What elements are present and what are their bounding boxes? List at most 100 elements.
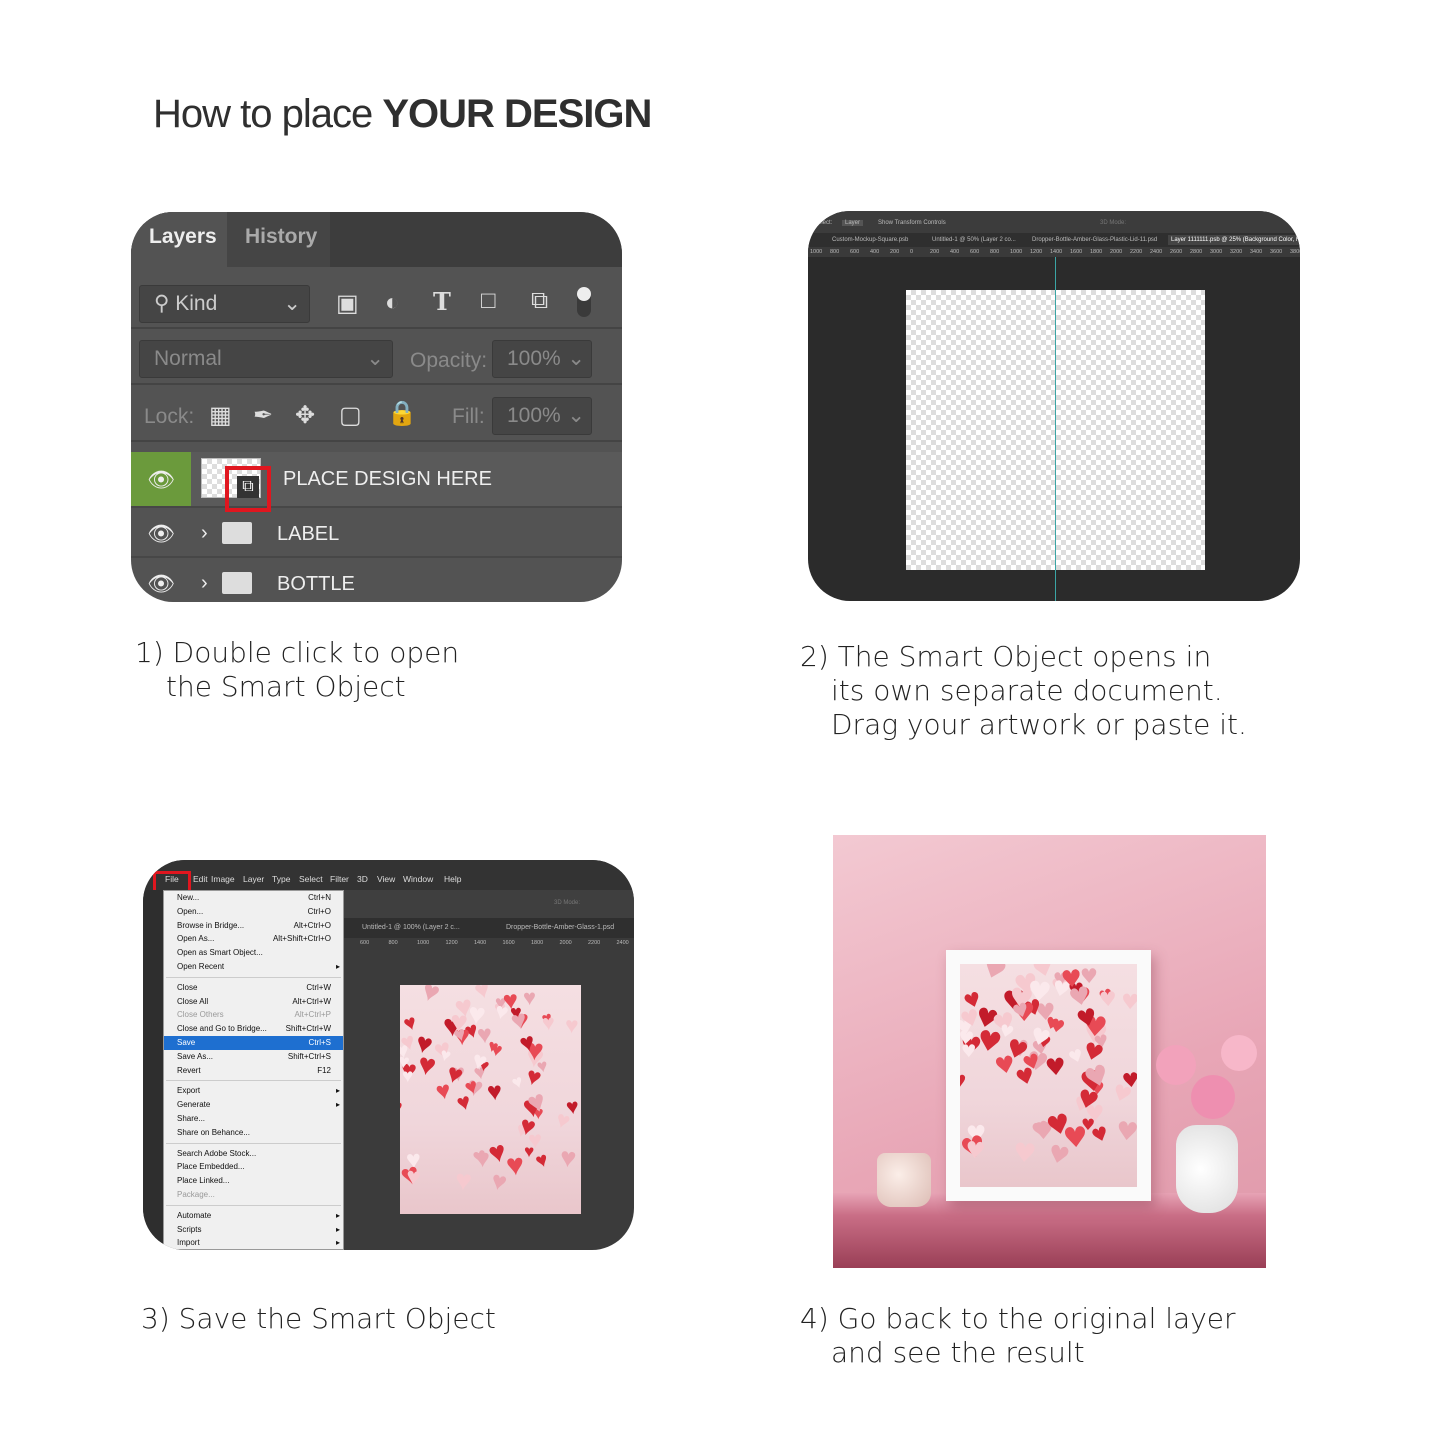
doc-tab[interactable]: Dropper-Bottle-Amber-Glass-Plastic-Lid-1… <box>1032 237 1157 243</box>
menu-item[interactable]: Open As... Alt+Shift+Ctrl+O <box>164 932 343 946</box>
fill-label: Fill: <box>452 405 485 428</box>
layer-row-place-design[interactable]: 👁 ⧉ PLACE DESIGN HERE <box>131 452 622 512</box>
menu-separator <box>166 1204 341 1206</box>
submenu-arrow-icon: ▸ <box>335 1210 340 1220</box>
image-filter-icon[interactable]: ▣ <box>336 289 359 318</box>
lock-brush-icon[interactable]: ✒ <box>253 401 273 430</box>
menu-3d[interactable]: 3D <box>357 874 368 884</box>
document-tabs: Untitled-1 @ 100% (Layer 2 c... Dropper-… <box>344 918 634 938</box>
layer-row-bottle[interactable]: 👁 › BOTTLE <box>131 560 622 602</box>
menu-item[interactable]: Package... <box>164 1188 343 1202</box>
menu-item[interactable]: Search Adobe Stock... <box>164 1147 343 1161</box>
menu-item-label: Search Adobe Stock... <box>177 1148 257 1158</box>
menu-view[interactable]: View <box>377 874 395 884</box>
menu-image[interactable]: Image <box>211 874 235 884</box>
menu-window[interactable]: Window <box>403 874 433 884</box>
ruler-tick-label: 2200 <box>588 940 601 946</box>
menu-select[interactable]: Select <box>299 874 323 884</box>
menu-item[interactable]: Place Linked... <box>164 1174 343 1188</box>
menu-bar: File Edit Image Layer Type Select Filter 3D View… <box>143 874 634 890</box>
opacity-field[interactable]: 100% ⌄ <box>492 340 592 378</box>
menu-item-label: Revert <box>177 1065 201 1075</box>
menu-item[interactable]: Browse in Bridge... Alt+Ctrl+O <box>164 919 343 933</box>
menu-item-label: Save <box>177 1037 196 1047</box>
menu-item[interactable]: Share... <box>164 1112 343 1126</box>
chevron-right-icon[interactable]: › <box>201 522 208 545</box>
adjustment-filter-icon[interactable]: ◐ <box>385 289 400 317</box>
menu-item[interactable]: Close and Go to Bridge... Shift+Ctrl+W <box>164 1022 343 1036</box>
menu-item[interactable]: Import ▸ <box>164 1236 343 1250</box>
submenu-arrow-icon: ▸ <box>335 1224 340 1234</box>
lock-artboard-icon[interactable]: ▢ <box>339 401 362 430</box>
menu-item-label: Close and Go to Bridge... <box>177 1024 267 1034</box>
type-filter-icon[interactable]: T <box>433 287 451 316</box>
heart-shape: ♥ <box>1044 1052 1068 1082</box>
doc-tab[interactable]: Dropper-Bottle-Amber-Glass-1.psd <box>506 924 614 931</box>
menu-item-label: Place Embedded... <box>177 1162 245 1172</box>
menu-item[interactable]: Open... Ctrl+O <box>164 905 343 919</box>
menu-item-label: Browse in Bridge... <box>177 920 245 930</box>
heart-shape: ♥ <box>1012 1138 1038 1171</box>
transform-checkbox[interactable]: Show Transform Controls <box>878 220 946 226</box>
ruler-tick-label: 400 <box>870 249 880 255</box>
menu-item-label: Open as Smart Object... <box>177 948 263 958</box>
step4-caption: 4) Go back to the original layer and see … <box>800 1302 1236 1369</box>
menu-filter[interactable]: Filter <box>330 874 349 884</box>
doc-tab[interactable]: Untitled-1 @ 50% (Layer 2 co... <box>932 237 1016 243</box>
ruler: 600 800 1000 1200 1400 1600 1800 2000 2200 2400 <box>344 938 634 950</box>
blend-mode-dropdown[interactable]: Normal ⌄ <box>139 340 393 378</box>
smart-object-icon: ⧉ <box>237 476 259 498</box>
eye-icon[interactable]: 👁 <box>131 560 191 602</box>
tab-layers[interactable]: Layers <box>131 212 227 267</box>
menu-item[interactable]: Scripts ▸ <box>164 1223 343 1237</box>
menu-item[interactable]: Close All Alt+Ctrl+W <box>164 995 343 1009</box>
smart-object-highlight: ⧉ <box>225 466 271 512</box>
tools-bar <box>143 890 163 1250</box>
pink-flowers <box>1151 1035 1261 1135</box>
menu-separator <box>166 1142 341 1144</box>
menu-type[interactable]: Type <box>272 874 290 884</box>
menu-item-shortcut: Shift+Ctrl+W <box>285 1024 331 1034</box>
filter-toggle[interactable] <box>577 287 591 317</box>
chevron-right-icon[interactable]: › <box>201 572 208 595</box>
menu-item[interactable]: Save As... Shift+Ctrl+S <box>164 1050 343 1064</box>
menu-edit[interactable]: Edit <box>193 874 208 884</box>
menu-item[interactable]: Close Ctrl+W <box>164 981 343 995</box>
doc-tab-active[interactable]: Layer 1111111.psb @ 25% (Background Colo… <box>1168 235 1300 245</box>
menu-item-shortcut: Alt+Ctrl+W <box>292 996 331 1006</box>
ruler-tick-label: 1200 <box>445 940 458 946</box>
menu-item[interactable]: Export ▸ <box>164 1084 343 1098</box>
filter-kind-dropdown[interactable]: ⚲ Kind ⌄ <box>139 285 310 323</box>
lock-all-icon[interactable]: 🔒 <box>387 399 417 428</box>
doc-tab[interactable]: Untitled-1 @ 100% (Layer 2 c... <box>362 924 460 931</box>
lock-move-icon[interactable]: ✥ <box>295 401 315 430</box>
lock-transparent-icon[interactable]: ▦ <box>209 401 232 430</box>
eye-icon[interactable]: 👁 <box>131 510 191 556</box>
fill-field[interactable]: 100% ⌄ <box>492 397 592 435</box>
ruler-tick-label: 3800 <box>1290 249 1300 255</box>
heart-shape: ♥ <box>523 1140 535 1161</box>
menu-item[interactable]: Share on Behance... <box>164 1126 343 1140</box>
menu-item[interactable]: Generate ▸ <box>164 1098 343 1112</box>
menu-item[interactable]: Open as Smart Object... <box>164 946 343 960</box>
menu-layer[interactable]: Layer <box>243 874 264 884</box>
menu-help[interactable]: Help <box>444 874 461 884</box>
layer-row-label[interactable]: 👁 › LABEL <box>131 510 622 558</box>
doc-tab[interactable]: Custom-Mockup-Square.psb <box>832 237 908 243</box>
eye-icon[interactable]: 👁 <box>131 452 191 506</box>
menu-item[interactable]: Open Recent ▸ <box>164 960 343 974</box>
smart-object-filter-icon[interactable]: ⧉ <box>531 287 548 315</box>
menu-item[interactable]: New... Ctrl+N <box>164 891 343 905</box>
layer-select[interactable]: Layer <box>842 220 864 226</box>
submenu-arrow-icon: ▸ <box>335 1086 340 1096</box>
menu-item[interactable]: Save Ctrl+S <box>164 1035 343 1050</box>
ruler-tick-label: 2600 <box>1170 249 1183 255</box>
menu-item[interactable]: Place Embedded... <box>164 1160 343 1174</box>
menu-item[interactable]: Revert F12 <box>164 1064 343 1078</box>
heart-shape: ♥ <box>404 1163 422 1193</box>
menu-item[interactable]: Close Others Alt+Ctrl+P <box>164 1008 343 1022</box>
menu-item-label: Package... <box>177 1189 215 1199</box>
tab-history[interactable]: History <box>227 212 330 267</box>
menu-item[interactable]: Automate ▸ <box>164 1209 343 1223</box>
shape-filter-icon[interactable]: □ <box>481 287 496 315</box>
